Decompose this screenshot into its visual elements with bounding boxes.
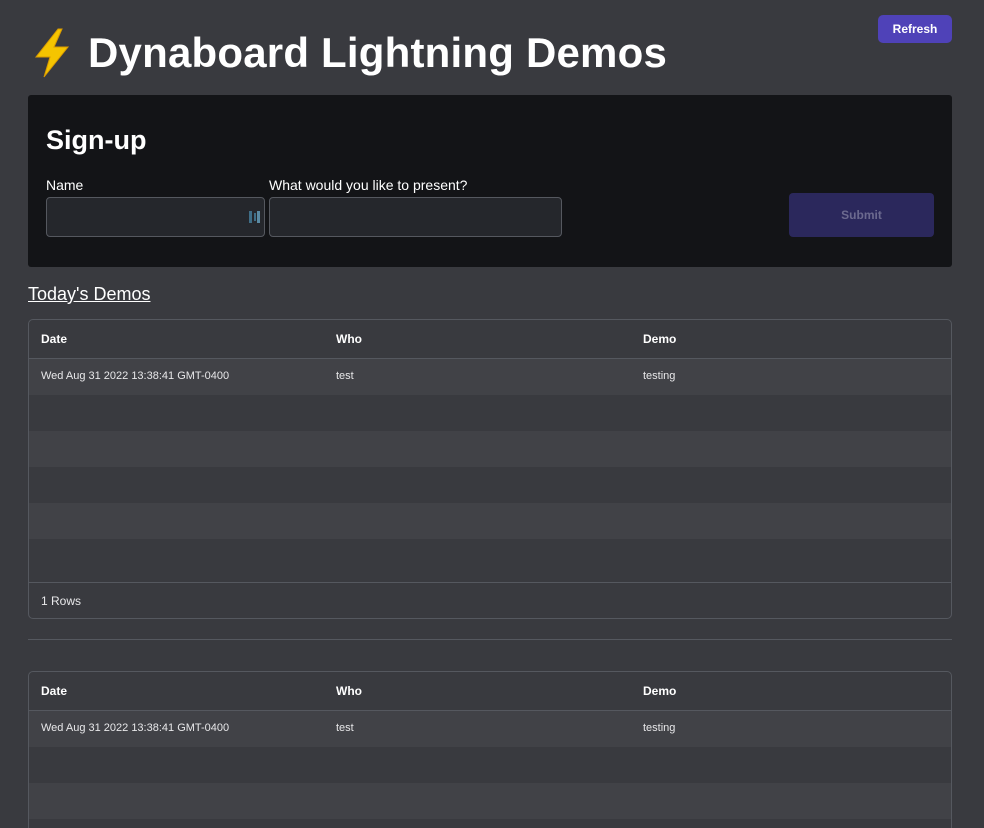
cell-demo: testing xyxy=(643,370,676,382)
refresh-button[interactable]: Refresh xyxy=(878,15,952,43)
page: Dynaboard Lightning Demos Refresh Sign-u… xyxy=(0,0,984,828)
demos-table-secondary: Date Who Demo Wed Aug 31 2022 13:38:41 G… xyxy=(28,671,952,828)
table-header: Date Who Demo xyxy=(29,672,951,711)
column-header-date[interactable]: Date xyxy=(41,684,67,698)
row-count: 1 Rows xyxy=(41,594,82,608)
cell-date: Wed Aug 31 2022 13:38:41 GMT-0400 xyxy=(41,370,230,382)
page-title: Dynaboard Lightning Demos xyxy=(88,29,668,76)
table-header: Date Who Demo xyxy=(29,320,951,359)
name-label: Name xyxy=(46,177,84,193)
empty-row xyxy=(29,503,951,539)
table-row[interactable]: Wed Aug 31 2022 13:38:41 GMT-0400 test t… xyxy=(29,711,951,747)
column-header-demo[interactable]: Demo xyxy=(643,684,676,698)
page-header: Dynaboard Lightning Demos xyxy=(28,26,667,80)
demos-table: Date Who Demo Wed Aug 31 2022 13:38:41 G… xyxy=(28,319,952,619)
empty-row xyxy=(29,395,951,431)
empty-row xyxy=(29,431,951,467)
empty-row xyxy=(29,747,951,783)
present-input[interactable] xyxy=(269,197,562,237)
divider xyxy=(28,639,952,640)
cell-demo: testing xyxy=(643,722,676,734)
empty-row xyxy=(29,783,951,819)
cell-date: Wed Aug 31 2022 13:38:41 GMT-0400 xyxy=(41,722,230,734)
empty-row xyxy=(29,467,951,503)
column-header-who[interactable]: Who xyxy=(336,332,362,346)
todays-demos-link[interactable]: Today's Demos xyxy=(28,284,150,305)
table-footer: 1 Rows xyxy=(29,582,951,618)
empty-row xyxy=(29,819,951,828)
password-manager-icon[interactable] xyxy=(249,210,261,224)
present-label: What would you like to present? xyxy=(269,177,468,193)
empty-row xyxy=(29,539,951,582)
cell-who: test xyxy=(336,370,354,382)
cell-who: test xyxy=(336,722,354,734)
column-header-who[interactable]: Who xyxy=(336,684,362,698)
submit-button[interactable]: Submit xyxy=(789,193,934,237)
table-row[interactable]: Wed Aug 31 2022 13:38:41 GMT-0400 test t… xyxy=(29,359,951,395)
signup-title: Sign-up xyxy=(46,125,147,155)
name-input[interactable] xyxy=(46,197,265,237)
lightning-bolt-icon xyxy=(34,28,70,78)
column-header-date[interactable]: Date xyxy=(41,332,67,346)
signup-card: Sign-up Name What would you like to pres… xyxy=(28,95,952,267)
column-header-demo[interactable]: Demo xyxy=(643,332,676,346)
